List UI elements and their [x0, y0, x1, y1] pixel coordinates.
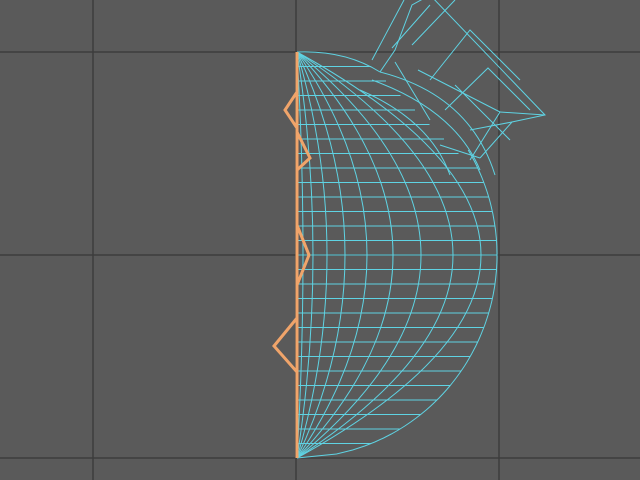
profile-spike-4[interactable] — [272, 317, 299, 373]
revolved-mesh-wireframe[interactable] — [296, 0, 546, 459]
mesh-lobe-edge — [371, 0, 456, 61]
mesh-lobe-edge — [394, 61, 511, 161]
3d-viewport[interactable] — [0, 0, 640, 480]
mesh-lobe-edge — [429, 29, 531, 111]
mesh-outline — [296, 149, 498, 459]
mesh-lobe-edge — [439, 111, 546, 159]
viewport-canvas[interactable] — [0, 0, 640, 480]
profile-spike-1[interactable] — [283, 91, 299, 129]
mesh-lobe-ring — [379, 71, 496, 176]
